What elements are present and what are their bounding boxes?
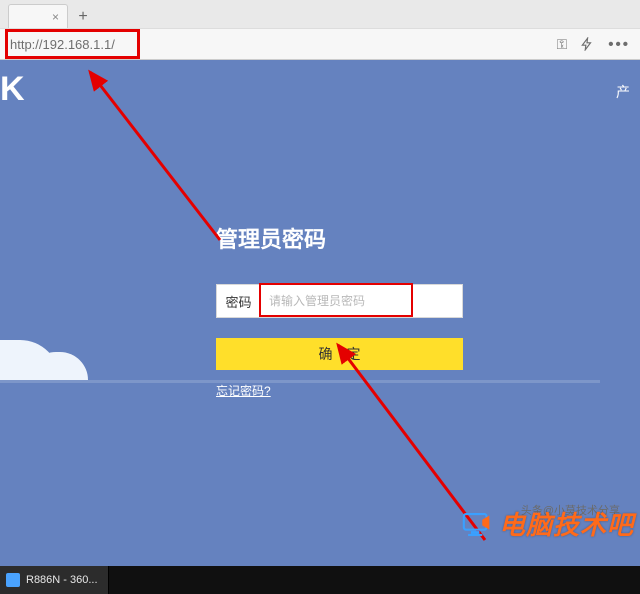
login-form: 管理员密码 密码 确定 忘记密码? — [216, 222, 463, 400]
password-label: 密码 — [217, 285, 261, 317]
bolt-icon[interactable] — [580, 37, 594, 51]
taskbar-item-label: R886N - 360... — [26, 574, 98, 586]
login-title: 管理员密码 — [216, 222, 463, 254]
tab-bar: × + — [0, 0, 640, 28]
annotation-arrow-url — [70, 60, 240, 250]
cloud-decoration — [0, 340, 60, 380]
watermark-tagline: 头条@小莫技术分享 — [521, 502, 620, 518]
brand-logo-fragment: K — [0, 70, 26, 109]
watermark-icon — [461, 509, 495, 539]
new-tab-button[interactable]: + — [72, 6, 94, 28]
taskbar-app-icon — [6, 573, 20, 587]
key-icon[interactable]: ⚿ — [557, 36, 567, 53]
taskbar-item[interactable]: R886N - 360... — [0, 566, 109, 594]
url-text: http://192.168.1.1/ — [8, 37, 115, 52]
nav-link-fragment[interactable]: 产 — [616, 82, 630, 102]
menu-icon[interactable]: ••• — [608, 36, 630, 53]
browser-tab[interactable]: × — [8, 4, 68, 28]
forgot-password-link[interactable]: 忘记密码? — [216, 382, 271, 399]
taskbar: R886N - 360... — [0, 566, 640, 594]
page-content: K 产 管理员密码 密码 确定 忘记密码? 头条@小莫技术分享 电脑技术吧 — [0, 60, 640, 566]
password-row: 密码 — [216, 284, 463, 318]
url-box[interactable]: http://192.168.1.1/ — [8, 33, 557, 55]
close-icon[interactable]: × — [52, 10, 59, 24]
address-bar: http://192.168.1.1/ ⚿ ••• — [0, 28, 640, 60]
password-input[interactable] — [261, 285, 462, 317]
address-bar-icons: ⚿ ••• — [557, 36, 630, 53]
submit-button[interactable]: 确定 — [216, 338, 463, 370]
